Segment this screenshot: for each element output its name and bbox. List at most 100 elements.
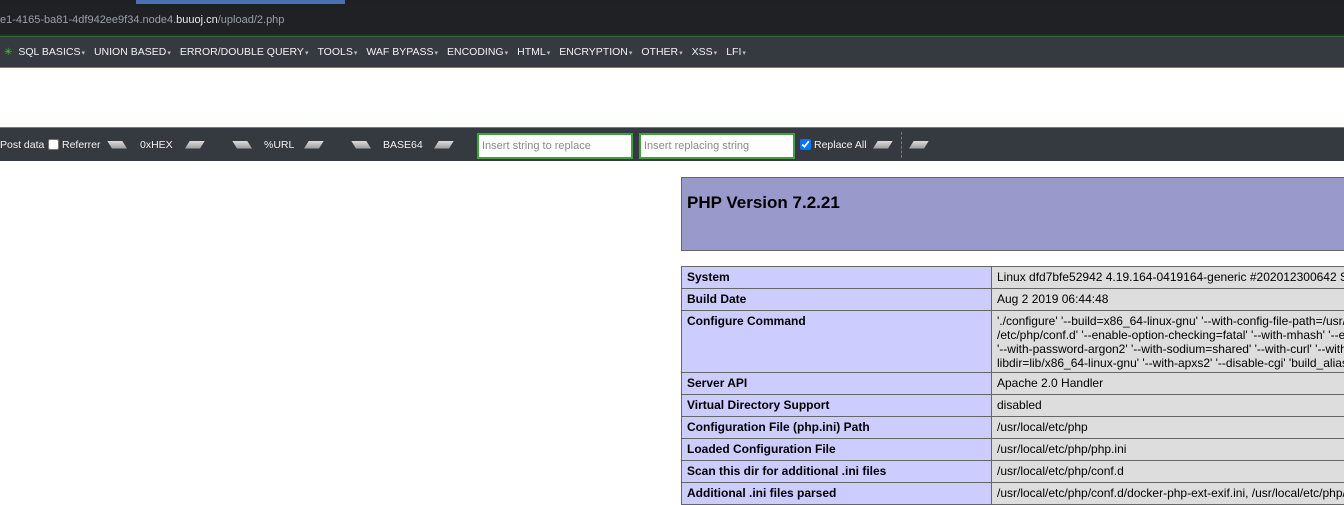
hackbar-toolbar: Post data Referrer 0xHEX %URL BASE64 Ins… <box>0 127 1344 161</box>
chevron-down-icon: ▾ <box>547 50 551 57</box>
table-row: Virtual Directory Supportdisabled <box>682 395 1344 417</box>
php-version-header: PHP Version 7.2.21 <box>681 177 1344 251</box>
menu-xss[interactable]: XSS▾ <box>692 46 718 58</box>
toolbar-divider <box>901 132 902 158</box>
replace-all-label: Replace All <box>814 139 867 151</box>
setting-value: disabled <box>992 395 1344 417</box>
base64-encode-button[interactable] <box>434 128 454 161</box>
url-encode-button[interactable] <box>304 128 324 161</box>
url-path: /upload/2.php <box>218 14 285 26</box>
url-decode-button[interactable] <box>232 128 252 161</box>
setting-name: Virtual Directory Support <box>682 395 992 417</box>
menu-item-label: LFI <box>726 46 741 58</box>
setting-value: Linux dfd7bfe52942 4.19.164-0419164-gene… <box>992 267 1344 289</box>
menu-html[interactable]: HTML▾ <box>517 46 550 58</box>
menu-error-double-query[interactable]: ERROR/DOUBLE QUERY▾ <box>180 46 309 58</box>
url-prefix: e1-4165-ba81-4df942ee9f34.node4. <box>0 14 176 26</box>
hex-decode-button[interactable] <box>107 128 127 161</box>
arrow-right-icon <box>434 141 454 149</box>
chevron-down-icon: ▾ <box>629 50 633 57</box>
setting-value: /usr/local/etc/php/conf.d/docker-php-ext… <box>992 483 1344 505</box>
base64-label: BASE64 <box>383 128 423 161</box>
table-row: Build DateAug 2 2019 06:44:48 <box>682 289 1344 311</box>
menu-union-based[interactable]: UNION BASED▾ <box>94 46 171 58</box>
arrow-right-icon <box>185 141 205 149</box>
menu-item-label: ENCRYPTION <box>559 46 628 58</box>
chevron-down-icon: ▾ <box>714 50 718 57</box>
table-row: Additional .ini files parsed/usr/local/e… <box>682 483 1344 505</box>
table-row: Loaded Configuration File/usr/local/etc/… <box>682 439 1344 461</box>
menu-item-label: SQL BASICS <box>18 46 80 58</box>
php-info-table: SystemLinux dfd7bfe52942 4.19.164-041916… <box>681 266 1344 505</box>
menu-item-label: HTML <box>517 46 546 58</box>
arrow-right-icon <box>873 141 893 149</box>
table-row: Configuration File (php.ini) Path/usr/lo… <box>682 417 1344 439</box>
toolbar-extra-button[interactable] <box>909 128 929 161</box>
menu-item-label: OTHER <box>641 46 678 58</box>
setting-value: /usr/local/etc/php <box>992 417 1344 439</box>
chevron-down-icon: ▾ <box>354 50 358 57</box>
chevron-down-icon: ▾ <box>679 50 683 57</box>
setting-value: /usr/local/etc/php/conf.d <box>992 461 1344 483</box>
setting-value: Aug 2 2019 06:44:48 <box>992 289 1344 311</box>
setting-name: Build Date <box>682 289 992 311</box>
chevron-down-icon: ▾ <box>742 50 746 57</box>
menu-item-label: UNION BASED <box>94 46 166 58</box>
menu-item-label: TOOLS <box>317 46 352 58</box>
menu-lfi[interactable]: LFI▾ <box>726 46 746 58</box>
arrow-left-icon <box>351 141 371 149</box>
arrow-right-icon <box>909 141 929 149</box>
menu-item-label: ENCODING <box>447 46 504 58</box>
arrow-right-icon <box>304 141 324 149</box>
arrow-left-icon <box>232 141 252 149</box>
table-row: Scan this dir for additional .ini files/… <box>682 461 1344 483</box>
referrer-option[interactable]: Referrer <box>48 128 101 161</box>
setting-name: Configure Command <box>682 311 992 373</box>
menu-item-label: XSS <box>692 46 713 58</box>
post-data-label: Post data <box>0 139 44 151</box>
hex-label: 0xHEX <box>140 128 173 161</box>
active-tab[interactable] <box>136 0 345 4</box>
setting-name: Loaded Configuration File <box>682 439 992 461</box>
menu-other[interactable]: OTHER▾ <box>641 46 682 58</box>
arrow-left-icon <box>107 141 127 149</box>
menu-encryption[interactable]: ENCRYPTION▾ <box>559 46 632 58</box>
hackbar-menu: ✳ SQL BASICS▾UNION BASED▾ERROR/DOUBLE QU… <box>0 36 1344 68</box>
hackbar-star-icon: ✳ <box>4 47 12 58</box>
referrer-checkbox[interactable] <box>48 139 59 150</box>
chevron-down-icon: ▾ <box>434 50 438 57</box>
replace-all-checkbox[interactable] <box>800 139 811 150</box>
base64-decode-button[interactable] <box>351 128 371 161</box>
hex-encode-button[interactable] <box>185 128 205 161</box>
setting-name: System <box>682 267 992 289</box>
chevron-down-icon: ▾ <box>305 50 309 57</box>
table-row: SystemLinux dfd7bfe52942 4.19.164-041916… <box>682 267 1344 289</box>
url-label: %URL <box>264 128 294 161</box>
setting-name: Configuration File (php.ini) Path <box>682 417 992 439</box>
table-row: Configure Command'./configure' '--build=… <box>682 311 1344 373</box>
setting-name: Additional .ini files parsed <box>682 483 992 505</box>
menu-encoding[interactable]: ENCODING▾ <box>447 46 508 58</box>
referrer-label: Referrer <box>62 139 101 151</box>
table-row: Server APIApache 2.0 Handler <box>682 373 1344 395</box>
menu-waf-bypass[interactable]: WAF BYPASS▾ <box>366 46 438 58</box>
chevron-down-icon: ▾ <box>81 50 85 57</box>
menu-item-label: WAF BYPASS <box>366 46 433 58</box>
chevron-down-icon: ▾ <box>167 50 171 57</box>
replace-execute-button[interactable] <box>873 128 893 161</box>
setting-value: Apache 2.0 Handler <box>992 373 1344 395</box>
replacing-string-input[interactable]: Insert replacing string <box>639 133 795 159</box>
menu-sql-basics[interactable]: SQL BASICS▾ <box>18 46 85 58</box>
setting-name: Scan this dir for additional .ini files <box>682 461 992 483</box>
url-bar[interactable]: e1-4165-ba81-4df942ee9f34.node4.buuoj.cn… <box>0 6 1344 34</box>
url-host: buuoj.cn <box>176 14 218 26</box>
replace-string-input[interactable]: Insert string to replace <box>477 133 633 159</box>
replace-all-option[interactable]: Replace All <box>800 128 867 161</box>
php-version-title: PHP Version 7.2.21 <box>687 193 840 213</box>
post-data-option[interactable]: Post data <box>0 128 44 161</box>
menu-tools[interactable]: TOOLS▾ <box>317 46 357 58</box>
menu-item-label: ERROR/DOUBLE QUERY <box>180 46 304 58</box>
setting-name: Server API <box>682 373 992 395</box>
chevron-down-icon: ▾ <box>505 50 509 57</box>
url-editor-area[interactable] <box>0 68 1344 128</box>
